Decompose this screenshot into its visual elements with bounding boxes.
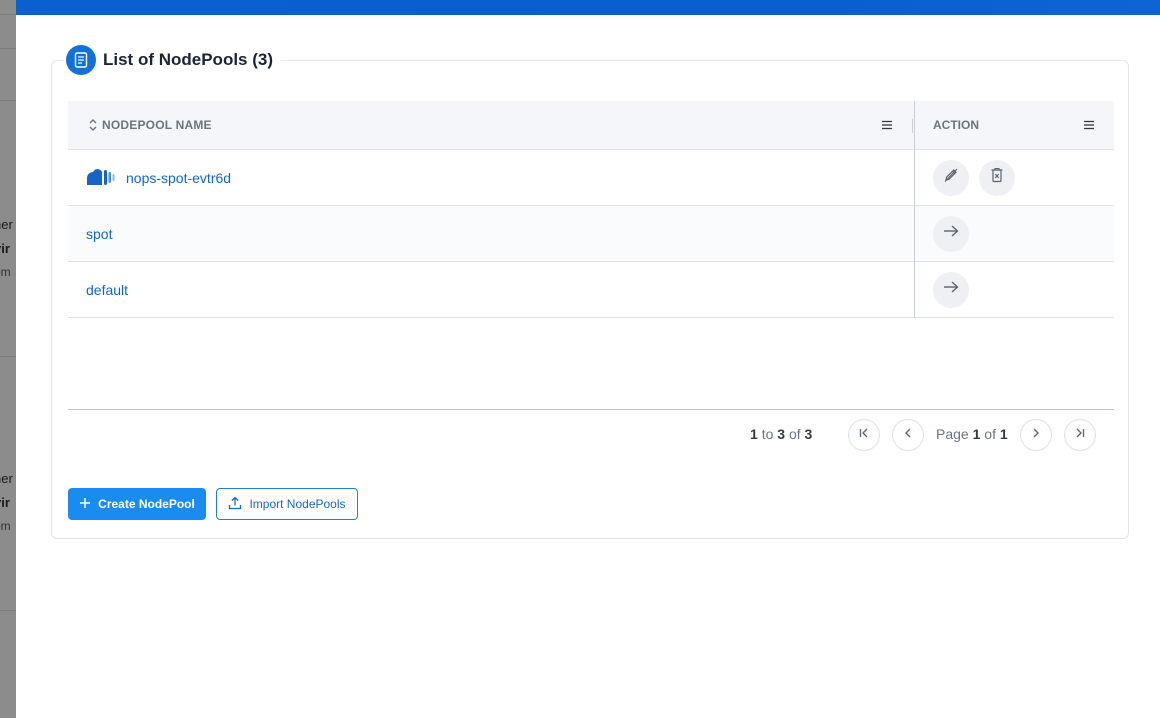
action-cell [933,262,969,317]
column-header-name-label: NODEPOOL NAME [102,118,212,132]
first-page-icon [858,426,870,444]
open-nodepool-button[interactable] [933,215,969,252]
drawer-topbar [16,0,1160,15]
sort-icon[interactable] [88,118,98,132]
column-menu-icon[interactable] [1082,118,1096,132]
nodepool-drawer: List of NodePools (3) NODEPOOL NAME ACTI… [16,0,1160,718]
bg-text-fragment: vir [0,241,10,256]
import-nodepools-label: Import NodePools [249,497,346,511]
delete-button[interactable] [979,159,1015,196]
column-header-action: ACTION [933,118,979,132]
table-footer-divider [68,409,1114,410]
chevron-right-icon [1030,426,1042,444]
create-nodepool-button[interactable]: Create NodePool [68,488,206,520]
bg-divider [0,100,16,101]
arrow-right-icon [942,280,960,299]
bg-text-fragment: ner [0,217,13,232]
bg-divider [0,610,16,611]
nodepool-name-link[interactable]: nops-spot-evtr6d [126,170,231,186]
panel-legend: List of NodePools (3) [64,45,281,75]
column-separator [914,101,915,318]
column-header-name[interactable]: NODEPOOL NAME [88,101,212,149]
list-document-icon [66,45,96,75]
nodepool-name-link[interactable]: spot [86,226,112,242]
nodepool-name-link[interactable]: default [86,282,128,298]
first-page-button[interactable] [848,419,880,451]
column-menu-icon[interactable] [880,118,894,132]
arrow-right-icon [942,224,960,243]
create-nodepool-label: Create NodePool [98,497,195,511]
nodepool-name-cell[interactable]: default [86,262,128,317]
nodepools-table: NODEPOOL NAME ACTION nops-spot-evtr6d sp… [68,101,1114,318]
plus-icon [79,497,91,512]
chevron-left-icon [902,426,914,444]
panel-title: List of NodePools (3) [103,50,273,69]
bg-divider [0,48,16,49]
action-cell [933,150,1015,205]
column-resize-handle[interactable] [912,119,913,133]
delete-icon [990,167,1004,188]
bg-text-fragment: ner [0,471,13,486]
import-nodepools-button[interactable]: Import NodePools [216,488,358,520]
edit-button[interactable] [933,159,969,196]
background-app: ner vir om ner vir om [0,0,16,718]
bg-text-fragment: om [0,519,11,533]
nops-logo-icon [86,169,115,186]
bg-text-fragment: om [0,265,11,279]
table-row: default [68,262,1114,318]
next-page-button[interactable] [1020,419,1052,451]
pagination-page-indicator: Page 1 of 1 [936,426,1008,442]
last-page-button[interactable] [1064,419,1096,451]
bg-divider [0,356,16,357]
open-nodepool-button[interactable] [933,271,969,308]
nodepool-name-cell[interactable]: nops-spot-evtr6d [86,150,231,205]
action-cell [933,206,969,261]
last-page-icon [1074,426,1086,444]
previous-page-button[interactable] [892,419,924,451]
bg-text-fragment: vir [0,495,10,510]
edit-icon [943,167,959,188]
bg-divider [0,14,16,15]
pagination-summary: 1 to 3 of 3 [750,426,813,442]
table-row: spot [68,206,1114,262]
table-header: NODEPOOL NAME ACTION [68,101,1114,150]
upload-icon [228,496,242,513]
table-row: nops-spot-evtr6d [68,150,1114,206]
nodepool-name-cell[interactable]: spot [86,206,112,261]
